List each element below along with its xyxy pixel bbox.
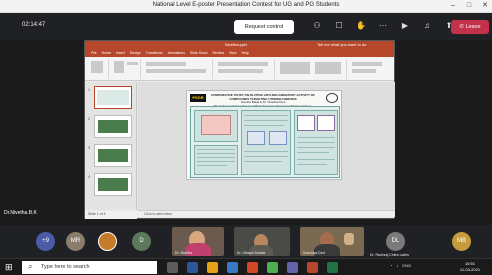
volume-icon[interactable]: ♪	[396, 263, 398, 268]
ppt-menu-slideshow[interactable]: Slide Show	[190, 50, 208, 57]
ppt-menu-design[interactable]: Design	[130, 50, 141, 57]
task-view-icon[interactable]	[167, 262, 178, 273]
teams-icon[interactable]	[287, 262, 298, 273]
raise-hand-icon[interactable]: ✋	[356, 21, 366, 31]
leave-label: Leave	[465, 24, 481, 30]
leave-button[interactable]: ✆ Leave	[451, 20, 489, 34]
more-participants-avatar[interactable]: +9	[36, 232, 55, 251]
poster-figure-uterus	[201, 115, 231, 135]
ppt-menu-transitions[interactable]: Transitions	[146, 50, 163, 57]
ribbon-paragraph[interactable]	[215, 59, 275, 79]
video-tile-name: Sowmiya Devi	[303, 251, 326, 255]
poster-figure	[317, 115, 335, 131]
slide-thumb[interactable]: 3	[88, 144, 132, 167]
window-controls: – □ ✕	[448, 1, 490, 11]
notes-placeholder: Click to add notes	[144, 212, 172, 216]
video-tile-name: Dr. Uthaya Sankar	[237, 251, 266, 255]
ppt-search-box[interactable]: Tell me what you want to do	[317, 42, 366, 47]
ppt-menu-animations[interactable]: Animations	[168, 50, 185, 57]
ppt-statusbar: Slide 1 of 4	[85, 211, 137, 219]
ribbon-drawing[interactable]	[277, 59, 347, 79]
participant-avatar[interactable]: D	[132, 232, 151, 251]
video-tile[interactable]: Sowmiya Devi	[300, 227, 364, 256]
search-icon: ⌕	[28, 262, 33, 271]
file-explorer-icon[interactable]	[207, 262, 218, 273]
office-icon[interactable]	[247, 262, 258, 273]
chrome-icon[interactable]	[267, 262, 278, 273]
ppt-menu-bar: File Home Insert Design Transitions Anim…	[85, 50, 394, 57]
participant-avatar[interactable]: DL	[386, 232, 405, 251]
ribbon-slides[interactable]	[111, 59, 141, 79]
request-control-button[interactable]: Request control	[234, 20, 294, 34]
video-tile-name: Dr. Nivetha	[175, 251, 193, 255]
participant-name: Dr. Ravinraj Chitra Lakhs	[370, 253, 409, 257]
video-tile[interactable]: Dr. Nivetha	[172, 227, 224, 256]
slide-thumb[interactable]: 2	[88, 115, 132, 138]
ppt-menu-file[interactable]: File	[91, 50, 97, 57]
participant-avatar[interactable]: MR	[66, 232, 85, 251]
edge-icon[interactable]	[187, 262, 198, 273]
poster-chart	[269, 131, 287, 145]
clock[interactable]: 15:51 11-03-2021	[454, 261, 486, 273]
people-icon[interactable]: ⚇	[312, 21, 322, 31]
minimize-button[interactable]: –	[448, 1, 458, 11]
ppt-menu-home[interactable]: Home	[102, 50, 111, 57]
ribbon-clipboard[interactable]	[87, 59, 109, 79]
meeting-controls: ⚇ ☐ ✋ ⋯ ▶ ♫ ⬆	[312, 21, 454, 31]
ppt-menu-help[interactable]: Help	[242, 50, 249, 57]
chat-icon[interactable]: ☐	[334, 21, 344, 31]
meeting-toolbar: 02:14:47 Request control ⚇ ☐ ✋ ⋯ ▶ ♫ ⬆ ✆…	[0, 13, 492, 40]
window-titlebar: National Level E-poster Presentation Con…	[0, 0, 492, 13]
taskbar-search[interactable]: ⌕ Type here to search	[22, 261, 157, 274]
poster-figure	[297, 115, 315, 131]
video-tile[interactable]: Dr. Uthaya Sankar	[234, 227, 290, 256]
participant-strip: +9 MR D Dr. Nivetha Dr. Uthaya Sankar So…	[0, 225, 492, 258]
powerpoint-icon[interactable]	[307, 262, 318, 273]
screen: National Level E-poster Presentation Con…	[0, 0, 492, 275]
clock-date: 11-03-2021	[459, 267, 481, 272]
excel-icon[interactable]	[327, 262, 338, 273]
windows-taskbar: ⊞ ⌕ Type here to search ◔ ♪ ENG 15:51 11…	[0, 258, 492, 275]
meeting-timer: 02:14:47	[22, 22, 46, 28]
maximize-button[interactable]: □	[464, 1, 474, 11]
ribbon-editing[interactable]	[349, 59, 393, 79]
slide-counter: Slide 1 of 4	[88, 212, 106, 216]
ppt-menu-view[interactable]: View	[229, 50, 237, 57]
poster-chart	[247, 131, 265, 145]
language-indicator[interactable]: ENG	[402, 263, 411, 268]
ppt-menu-insert[interactable]: Insert	[116, 50, 125, 57]
windows-start-icon[interactable]: ⊞	[5, 263, 14, 272]
slide-thumb[interactable]: 1	[88, 86, 132, 109]
ppt-file-name: Nivetha.pptx	[225, 42, 248, 47]
more-icon[interactable]: ⋯	[378, 21, 388, 31]
participant-photo-avatar[interactable]	[98, 232, 117, 251]
store-icon[interactable]	[227, 262, 238, 273]
slide-canvas[interactable]: PSGR COMPARATIVE STUDY ON IN-VITRO ANTI-…	[138, 82, 395, 210]
slide-thumbnails: 1 2 3 4	[85, 82, 137, 210]
ribbon-font[interactable]	[143, 59, 213, 79]
mic-icon[interactable]: ♫	[422, 21, 432, 31]
camera-icon[interactable]: ▶	[400, 21, 410, 31]
search-placeholder: Type here to search	[41, 264, 90, 270]
participant-avatar[interactable]: MB	[452, 232, 471, 251]
presenter-name: Dr.Nivetha.B.K	[4, 210, 37, 216]
shared-screen-powerpoint: Nivetha.pptx Tell me what you want to do…	[84, 40, 395, 219]
poster-logo: PSGR	[190, 94, 206, 102]
close-button[interactable]: ✕	[480, 1, 490, 11]
system-tray: ◔ ♪ ENG	[390, 263, 411, 268]
ppt-ribbon	[85, 57, 394, 81]
ppt-titlebar: Nivetha.pptx Tell me what you want to do	[85, 41, 394, 50]
slide-thumb[interactable]: 4	[88, 173, 132, 196]
college-crest-icon	[326, 93, 338, 103]
notes-pane[interactable]: Click to add notes	[138, 210, 395, 217]
window-title: National Level E-poster Presentation Con…	[152, 2, 340, 8]
poster-slide[interactable]: PSGR COMPARATIVE STUDY ON IN-VITRO ANTI-…	[186, 90, 342, 180]
poster-body	[190, 106, 340, 178]
network-icon[interactable]: ◔	[390, 263, 392, 268]
taskbar-apps	[167, 262, 338, 273]
ppt-menu-review[interactable]: Review	[213, 50, 224, 57]
